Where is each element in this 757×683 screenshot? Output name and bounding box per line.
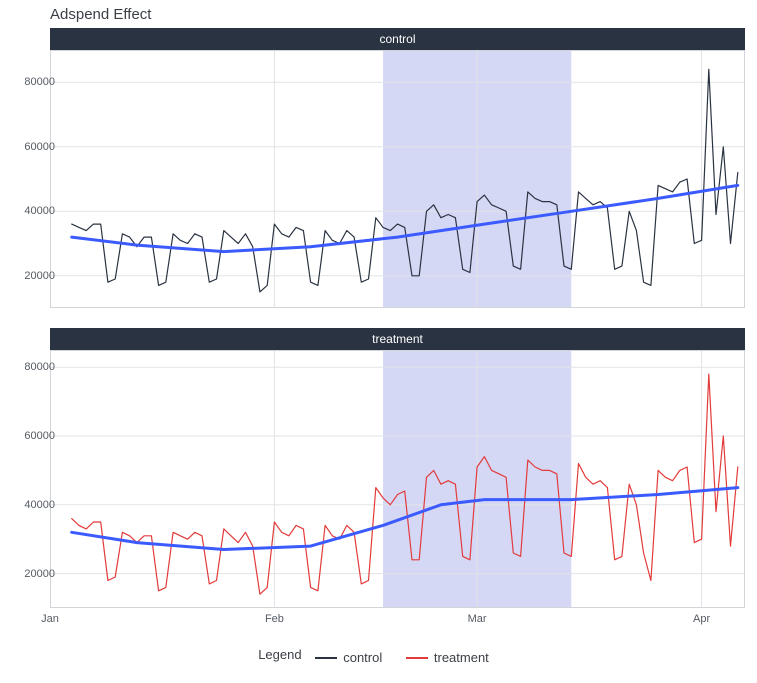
y-tick-label: 40000 [11, 499, 55, 511]
facet-strip-treatment: treatment [50, 328, 745, 350]
x-tick-label: Jan [41, 613, 59, 625]
legend-label-control: control [343, 650, 382, 665]
y-tick-label: 80000 [11, 361, 55, 373]
y-tick-label: 40000 [11, 205, 55, 217]
x-tick-label: Feb [265, 613, 284, 625]
legend-title: Legend [258, 647, 301, 662]
legend: Legend control treatment [0, 647, 757, 666]
legend-swatch-treatment [406, 657, 428, 659]
x-tick-label: Apr [693, 613, 710, 625]
y-tick-label: 60000 [11, 141, 55, 153]
facet-strip-control: control [50, 28, 745, 50]
chart-title: Adspend Effect [50, 6, 151, 23]
x-tick-label: Mar [468, 613, 487, 625]
facet-control: control [50, 28, 745, 308]
y-tick-label: 60000 [11, 430, 55, 442]
legend-item-treatment: treatment [406, 650, 489, 665]
y-tick-label: 80000 [11, 76, 55, 88]
legend-swatch-control [315, 657, 337, 659]
figure-root: Adspend Effect control treatment 20000 40… [0, 0, 757, 683]
legend-item-control: control [315, 650, 382, 665]
facet-treatment: treatment [50, 328, 745, 608]
y-tick-label: 20000 [11, 568, 55, 580]
legend-label-treatment: treatment [434, 650, 489, 665]
plot-area-treatment [50, 350, 745, 608]
plot-area-control [50, 50, 745, 308]
y-tick-label: 20000 [11, 270, 55, 282]
